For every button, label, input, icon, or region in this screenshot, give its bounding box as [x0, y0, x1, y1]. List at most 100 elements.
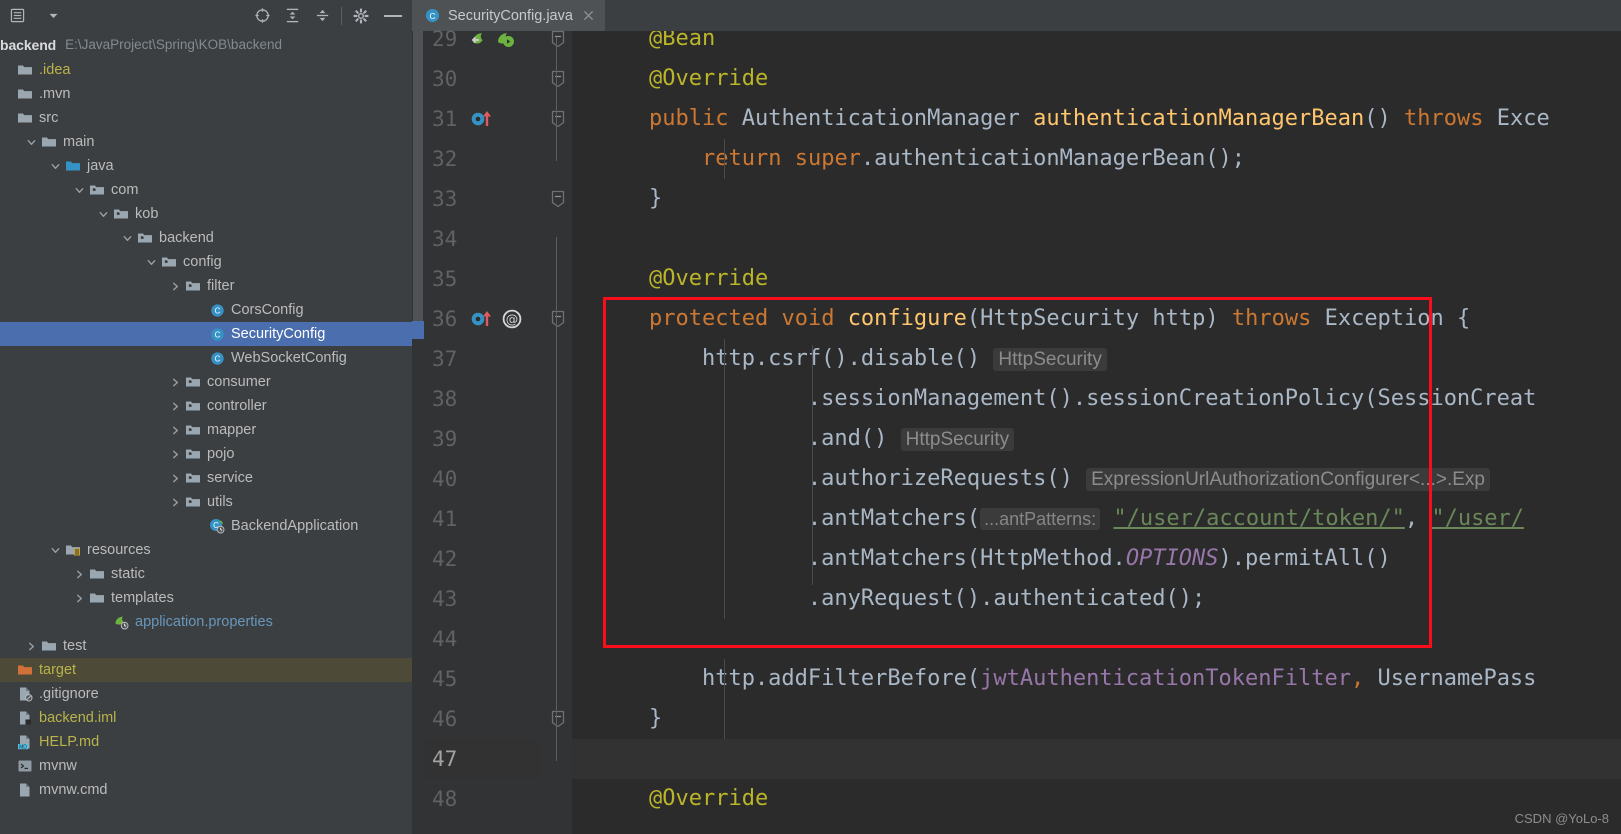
chevron-right-icon[interactable] [168, 442, 183, 466]
line-number-row[interactable]: 47 [424, 739, 540, 779]
code-line-42[interactable]: .antMatchers(HttpMethod.OPTIONS).permitA… [596, 539, 1621, 579]
tree-item-consumer[interactable]: consumer [0, 370, 412, 394]
tree-item-mvn[interactable]: .mvn [0, 82, 412, 106]
tree-item-test[interactable]: test [0, 634, 412, 658]
tree-item-backend[interactable]: backend [0, 226, 412, 250]
chevron-right-icon[interactable] [168, 490, 183, 514]
chevron-down-icon[interactable] [96, 202, 111, 226]
tree-item-controller[interactable]: controller [0, 394, 412, 418]
code-text[interactable]: @Bean @Override public AuthenticationMan… [572, 31, 1621, 834]
gear-icon[interactable] [346, 3, 376, 29]
code-line-48[interactable]: @Override [596, 779, 1621, 819]
code-line-45[interactable]: http.addFilterBefore(jwtAuthenticationTo… [596, 659, 1621, 699]
code-line-35[interactable]: @Override [596, 259, 1621, 299]
chevron-down-icon[interactable] [24, 130, 39, 154]
crosshair-target-icon[interactable] [247, 3, 277, 29]
code-line-30[interactable]: @Override [596, 59, 1621, 99]
collapse-all-icon[interactable] [307, 3, 337, 29]
chevron-right-icon[interactable] [24, 634, 39, 658]
error-marker-strip[interactable] [412, 31, 424, 834]
code-folding-gutter[interactable] [540, 30, 572, 834]
override-method-icon[interactable] [470, 107, 498, 131]
code-line-43[interactable]: .anyRequest().authenticated(); [596, 579, 1621, 619]
chevron-right-icon[interactable] [168, 418, 183, 442]
close-icon[interactable] [581, 8, 597, 24]
line-number-row[interactable]: 30 [424, 59, 540, 99]
chevron-right-icon[interactable] [168, 394, 183, 418]
line-number-row[interactable]: 38 [424, 379, 540, 419]
tree-item-config[interactable]: config [0, 250, 412, 274]
tree-item-application-properties[interactable]: application.properties [0, 610, 412, 634]
tree-item-pojo[interactable]: pojo [0, 442, 412, 466]
line-number-row[interactable]: 42 [424, 539, 540, 579]
line-number-row[interactable]: 41 [424, 499, 540, 539]
tree-item-corsconfig[interactable]: C CorsConfig [0, 298, 412, 322]
tree-item-mapper[interactable]: mapper [0, 418, 412, 442]
chevron-down-icon[interactable] [48, 154, 63, 178]
line-number-row[interactable]: 48 [424, 779, 540, 819]
line-number-row[interactable]: 46 [424, 699, 540, 739]
scrollbar-thumb[interactable] [413, 31, 423, 331]
fold-marker-icon[interactable] [550, 310, 565, 332]
code-line-39[interactable]: .and() HttpSecurity [596, 419, 1621, 459]
tree-item-templates[interactable]: templates [0, 586, 412, 610]
code-line-38[interactable]: .sessionManagement().sessionCreationPoli… [596, 379, 1621, 419]
line-number-row[interactable]: 45 [424, 659, 540, 699]
tree-item-websocketconfig[interactable]: C WebSocketConfig [0, 346, 412, 370]
tree-item-mvnw-cmd[interactable]: mvnw.cmd [0, 778, 412, 802]
line-number-row[interactable]: 34 [424, 219, 540, 259]
line-number-row[interactable]: 44 [424, 619, 540, 659]
annotation-icon[interactable]: @ [501, 308, 523, 330]
line-number-row[interactable]: 37 [424, 339, 540, 379]
chevron-down-icon[interactable] [144, 250, 159, 274]
hamburger-icon[interactable] [6, 3, 28, 29]
line-number-row[interactable]: 32 [424, 139, 540, 179]
code-line-41[interactable]: .antMatchers(...antPatterns: "/user/acco… [596, 499, 1621, 539]
tree-item-mvnw[interactable]: mvnw [0, 754, 412, 778]
tree-item-kob[interactable]: kob [0, 202, 412, 226]
line-number-row[interactable]: 43 [424, 579, 540, 619]
tree-item-securityconfig[interactable]: C SecurityConfig [0, 322, 412, 346]
chevron-down-icon[interactable] [72, 178, 87, 202]
tree-item-com[interactable]: com [0, 178, 412, 202]
fold-marker-icon[interactable] [550, 110, 565, 132]
minimize-icon[interactable] [376, 3, 410, 29]
chevron-right-icon[interactable] [168, 466, 183, 490]
tree-item-backend-iml[interactable]: backend.iml [0, 706, 412, 730]
fold-marker-icon[interactable] [550, 30, 565, 52]
tree-item-src[interactable]: src [0, 106, 412, 130]
tree-item-idea[interactable]: .idea [0, 58, 412, 82]
tree-item-backendapplication[interactable]: C BackendApplication [0, 514, 412, 538]
line-number-row[interactable]: 39 [424, 419, 540, 459]
chevron-down-icon[interactable] [120, 226, 135, 250]
line-number-row[interactable]: 35 [424, 259, 540, 299]
code-line-32[interactable]: return super.authenticationManagerBean()… [596, 139, 1621, 179]
tree-item-filter[interactable]: filter [0, 274, 412, 298]
chevron-right-icon[interactable] [168, 370, 183, 394]
tree-item-gitignore[interactable]: .gitignore [0, 682, 412, 706]
fold-marker-icon[interactable] [550, 70, 565, 92]
fold-marker-icon[interactable] [550, 710, 565, 732]
line-number-row[interactable]: 31 [424, 99, 540, 139]
project-tree[interactable]: .idea .mvn src main java com kob backend config f… [0, 58, 412, 834]
project-root-row[interactable]: backend E:\JavaProject\Spring\KOB\backen… [0, 31, 412, 58]
chevron-right-icon[interactable] [168, 274, 183, 298]
line-number-row[interactable]: 29 [424, 19, 540, 59]
tree-item-service[interactable]: service [0, 466, 412, 490]
tree-item-static[interactable]: static [0, 562, 412, 586]
expand-all-icon[interactable] [277, 3, 307, 29]
code-line-29[interactable]: @Bean [596, 31, 1621, 59]
code-line-36[interactable]: protected void configure(HttpSecurity ht… [596, 299, 1621, 339]
code-line-40[interactable]: .authorizeRequests() ExpressionUrlAuthor… [596, 459, 1621, 499]
line-number-row[interactable]: 33 [424, 179, 540, 219]
chevron-down-icon[interactable] [48, 538, 63, 562]
line-number-row[interactable]: 36 @ [424, 299, 540, 339]
tree-item-resources[interactable]: resources [0, 538, 412, 562]
fold-marker-icon[interactable] [550, 190, 565, 212]
code-line-33[interactable]: } [596, 179, 1621, 219]
chevron-down-icon[interactable] [42, 3, 64, 29]
tree-item-help-md[interactable]: MD HELP.md [0, 730, 412, 754]
tree-item-java[interactable]: java [0, 154, 412, 178]
code-line-31[interactable]: public AuthenticationManager authenticat… [596, 99, 1621, 139]
chevron-right-icon[interactable] [72, 586, 87, 610]
